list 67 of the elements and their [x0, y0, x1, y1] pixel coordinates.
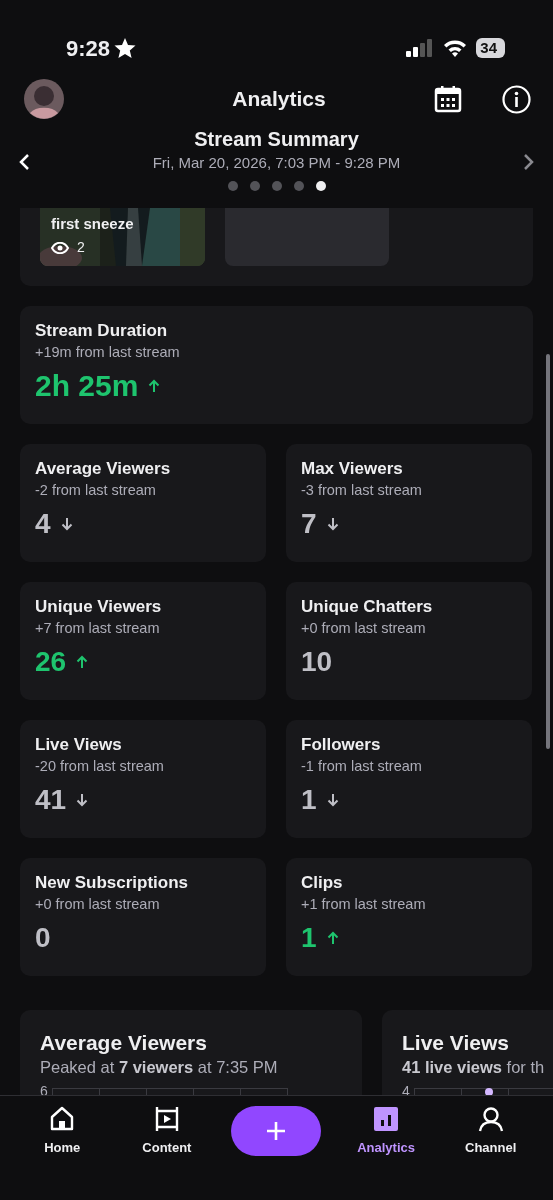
- arrow-down-icon: [60, 517, 73, 531]
- nav-tab[interactable]: Channel: [450, 1104, 531, 1158]
- stat-value: 1: [301, 922, 317, 954]
- bar-chart-icon: [372, 1104, 401, 1134]
- stat-title: New Subscriptions: [35, 872, 190, 894]
- stat-change: -3 from last stream: [301, 481, 423, 500]
- plus-icon: [266, 1121, 287, 1141]
- stat-change: -1 from last stream: [301, 757, 423, 776]
- page-dot[interactable]: [227, 181, 238, 191]
- section-title: Stream Summary: [193, 127, 360, 152]
- person-icon: [476, 1104, 505, 1134]
- calendar-icon[interactable]: [434, 85, 462, 113]
- nav-tab[interactable]: Analytics: [346, 1104, 427, 1158]
- chart-title: Live Views: [402, 1030, 510, 1056]
- stat-change: +1 from last stream: [301, 895, 427, 914]
- signal-icon: [406, 39, 435, 57]
- stat-title: Live Views: [35, 734, 123, 756]
- page-dot[interactable]: [271, 181, 282, 191]
- create-button[interactable]: [231, 1106, 322, 1156]
- clock-time: 9:28: [66, 34, 111, 63]
- star-icon: [114, 37, 137, 59]
- stat-value: 4: [35, 508, 51, 540]
- page-dot[interactable]: [315, 181, 326, 191]
- stat-title: Average Viewers: [35, 458, 172, 480]
- stat-title: Stream Duration: [35, 320, 169, 342]
- stat-value: 10: [301, 646, 333, 678]
- page-title: Analytics: [231, 86, 327, 112]
- stat-value: 26: [35, 646, 67, 678]
- stat-value: 1: [301, 784, 317, 816]
- chart-subtitle: 41 live views for th: [402, 1057, 546, 1078]
- date-range: Fri, Mar 20, 2026, 7:03 PM - 9:28 PM: [151, 153, 402, 173]
- page-dot[interactable]: [249, 181, 260, 191]
- chevron-right-icon[interactable]: [521, 152, 535, 172]
- stat-change: +0 from last stream: [301, 619, 427, 638]
- eye-icon: [51, 241, 69, 254]
- arrow-up-icon: [326, 931, 339, 945]
- arrow-up-icon: [148, 379, 161, 393]
- chart-subtitle: Peaked at 7 viewers at 7:35 PM: [40, 1057, 279, 1078]
- page-dot[interactable]: [293, 181, 304, 191]
- stat-title: Followers: [301, 734, 382, 756]
- view-count: 2: [77, 238, 85, 257]
- stat-change: +0 from last stream: [35, 895, 161, 914]
- chart-title: Average Viewers: [40, 1030, 208, 1056]
- stat-change: +19m from last stream: [35, 343, 181, 362]
- nav-tab[interactable]: Content: [126, 1104, 207, 1158]
- arrow-down-icon: [76, 793, 89, 807]
- stat-value: 2h 25m: [35, 370, 139, 402]
- arrow-down-icon: [326, 793, 339, 807]
- clip-thumbnail[interactable]: first sneeze 2: [40, 208, 205, 266]
- stat-change: -2 from last stream: [35, 481, 157, 500]
- stat-change: +7 from last stream: [35, 619, 161, 638]
- stat-change: -20 from last stream: [35, 757, 165, 776]
- stat-title: Max Viewers: [301, 458, 404, 480]
- chevron-left-icon[interactable]: [18, 152, 32, 172]
- arrow-down-icon: [326, 517, 339, 531]
- nav-tab[interactable]: Home: [22, 1104, 103, 1158]
- battery-indicator: 34: [476, 38, 505, 58]
- stat-value: 7: [301, 508, 317, 540]
- stat-value: 0: [35, 922, 51, 954]
- stat-title: Unique Chatters: [301, 596, 434, 618]
- info-icon[interactable]: [502, 84, 531, 114]
- clip-title: first sneeze: [51, 215, 134, 233]
- arrow-up-icon: [76, 655, 89, 669]
- stat-title: Clips: [301, 872, 344, 894]
- stat-value: 41: [35, 784, 67, 816]
- avatar[interactable]: [24, 79, 64, 119]
- stat-title: Unique Viewers: [35, 596, 163, 618]
